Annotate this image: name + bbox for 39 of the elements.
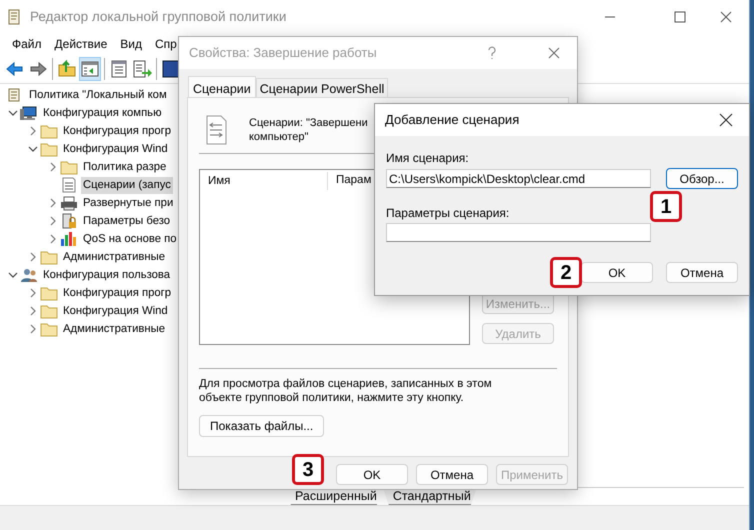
tree-item[interactable]: Конфигурация прогр (61, 122, 174, 140)
tree-item[interactable]: Конфигурация пользова (41, 266, 172, 284)
script-name-field[interactable]: C:\Users\kompick\Desktop\clear.cmd (386, 169, 651, 188)
tree-item[interactable]: Административные (61, 248, 168, 266)
dialog-button[interactable]: OK (581, 262, 653, 283)
tree-item[interactable]: Сценарии (запус (81, 176, 173, 194)
tab[interactable]: Сценарии (188, 76, 256, 97)
tab[interactable]: Сценарии PowerShell (256, 78, 388, 97)
tree-item[interactable]: Развернутые при (81, 194, 176, 212)
step-marker: 3 (292, 454, 324, 485)
tree-item[interactable]: Политика разре (81, 158, 168, 176)
description-text: Сценарии: "Завершени (249, 116, 368, 130)
step-marker: 1 (650, 191, 682, 222)
tree-item[interactable]: Административные (61, 320, 168, 338)
description-text: компьютер" (249, 130, 310, 144)
tree-item[interactable]: QoS на основе по (81, 230, 179, 248)
column-header[interactable]: Имя (200, 172, 328, 190)
dialog-button[interactable]: OK (336, 464, 408, 485)
show-files-button[interactable]: Показать файлы... (199, 415, 324, 437)
dialog-button[interactable]: Отмена (666, 262, 738, 283)
dialog-button[interactable]: Отмена (416, 464, 488, 485)
dialog-title: Свойства: Завершение работы (189, 44, 378, 62)
tree-item[interactable]: Политика "Локальный ком (27, 86, 169, 104)
tree-item[interactable]: Конфигурация прогр (61, 284, 174, 302)
hint-text: Для просмотра файлов сценариев, записанных в этом объекте групповой политики, нажмите эту кнопку. (199, 377, 493, 405)
browse-button[interactable]: Обзор... (666, 168, 738, 189)
menu-item[interactable]: Вид (120, 35, 142, 53)
step-marker: 2 (550, 257, 582, 288)
tree-item[interactable]: Конфигурация Wind (61, 140, 170, 158)
tree-item[interactable]: Конфигурация компью (41, 104, 164, 122)
dialog-title: Добавление сценария (385, 111, 520, 130)
field-label: Имя сценария: (386, 150, 469, 166)
window-title: Редактор локальной групповой политики (30, 8, 288, 26)
menu-item[interactable]: Действие (54, 35, 108, 53)
menu-item[interactable]: Файл (12, 35, 42, 53)
field-label: Параметры сценария: (386, 205, 510, 221)
tree-item[interactable]: Параметры безо (81, 212, 172, 230)
menu-item[interactable]: Спр (155, 35, 177, 53)
tree-item[interactable]: Конфигурация Wind (61, 302, 170, 320)
